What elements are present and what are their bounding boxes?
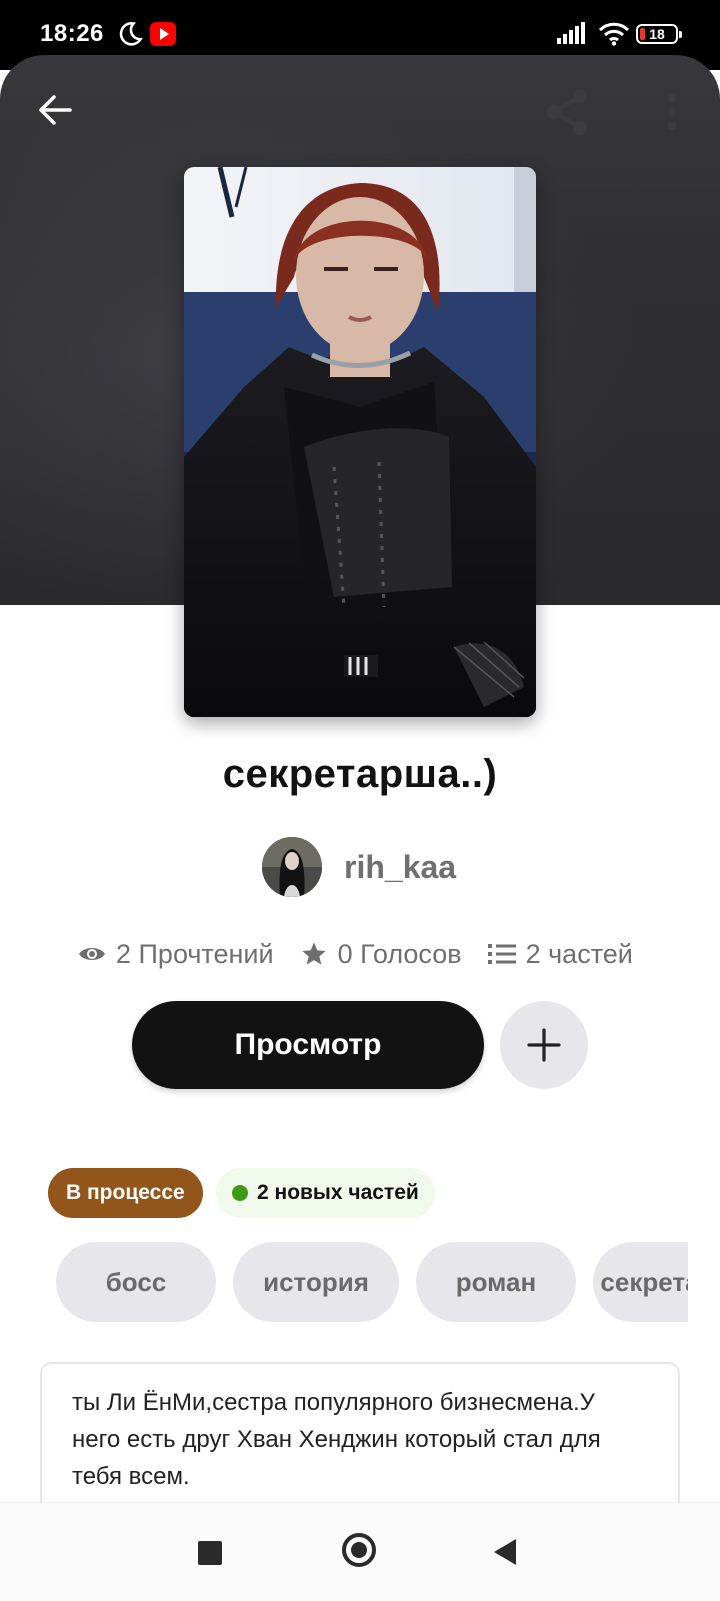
new-parts-badge: 2 новых частей [216, 1168, 435, 1218]
story-description[interactable]: ты Ли ЁнМи,сестра популярного бизнесмена… [40, 1362, 680, 1522]
reads-stat: 2 Прочтений [78, 939, 274, 970]
tag-chip[interactable]: босс [56, 1242, 216, 1322]
read-button[interactable]: Просмотр [132, 1001, 484, 1089]
tag-chip[interactable]: роман [416, 1242, 576, 1322]
votes-stat: 0 Голосов [300, 939, 462, 970]
home-button[interactable] [342, 1533, 376, 1567]
recent-apps-button[interactable] [198, 1541, 222, 1565]
status-badge: В процессе [48, 1168, 203, 1218]
list-icon [487, 944, 516, 964]
author-link[interactable]: rih_kaa [262, 836, 456, 898]
moon-icon [119, 22, 143, 46]
system-navigation-bar [0, 1502, 720, 1601]
story-title: секретарша..) [222, 752, 498, 796]
new-parts-dot-icon [232, 1185, 248, 1201]
story-cover-image[interactable] [184, 167, 536, 717]
more-vertical-icon[interactable] [650, 88, 694, 136]
tags-list: босс история роман секретарша [56, 1242, 688, 1322]
tag-chip[interactable]: история [233, 1242, 399, 1322]
cover-illustration [184, 167, 536, 717]
tags-scroller[interactable]: босс история роман секретарша [56, 1242, 688, 1322]
system-back-button[interactable] [494, 1539, 516, 1565]
parts-stat: 2 частей [487, 938, 633, 970]
battery-indicator: 18 [636, 24, 682, 44]
new-parts-label: 2 новых частей [257, 1181, 419, 1204]
plus-icon [527, 1028, 561, 1062]
story-stats: 2 Прочтений 0 Голосов 2 частей [78, 934, 659, 974]
author-avatar[interactable] [262, 837, 322, 897]
avatar-image [262, 837, 322, 897]
wifi-icon [598, 22, 630, 46]
parts-count: 2 частей [525, 938, 633, 969]
star-icon [301, 942, 326, 965]
back-arrow-icon[interactable] [30, 85, 80, 135]
youtube-notification-icon [150, 22, 176, 46]
votes-count: 0 Голосов [337, 938, 462, 969]
tag-chip[interactable]: секретарша [593, 1242, 688, 1322]
eye-icon [79, 948, 105, 960]
status-time: 18:26 [40, 20, 104, 47]
reads-count: 2 Прочтений [116, 938, 274, 969]
signal-icon [557, 22, 585, 44]
share-icon[interactable] [540, 84, 596, 140]
author-name[interactable]: rih_kaa [344, 849, 456, 886]
add-to-library-button[interactable] [500, 1001, 588, 1089]
